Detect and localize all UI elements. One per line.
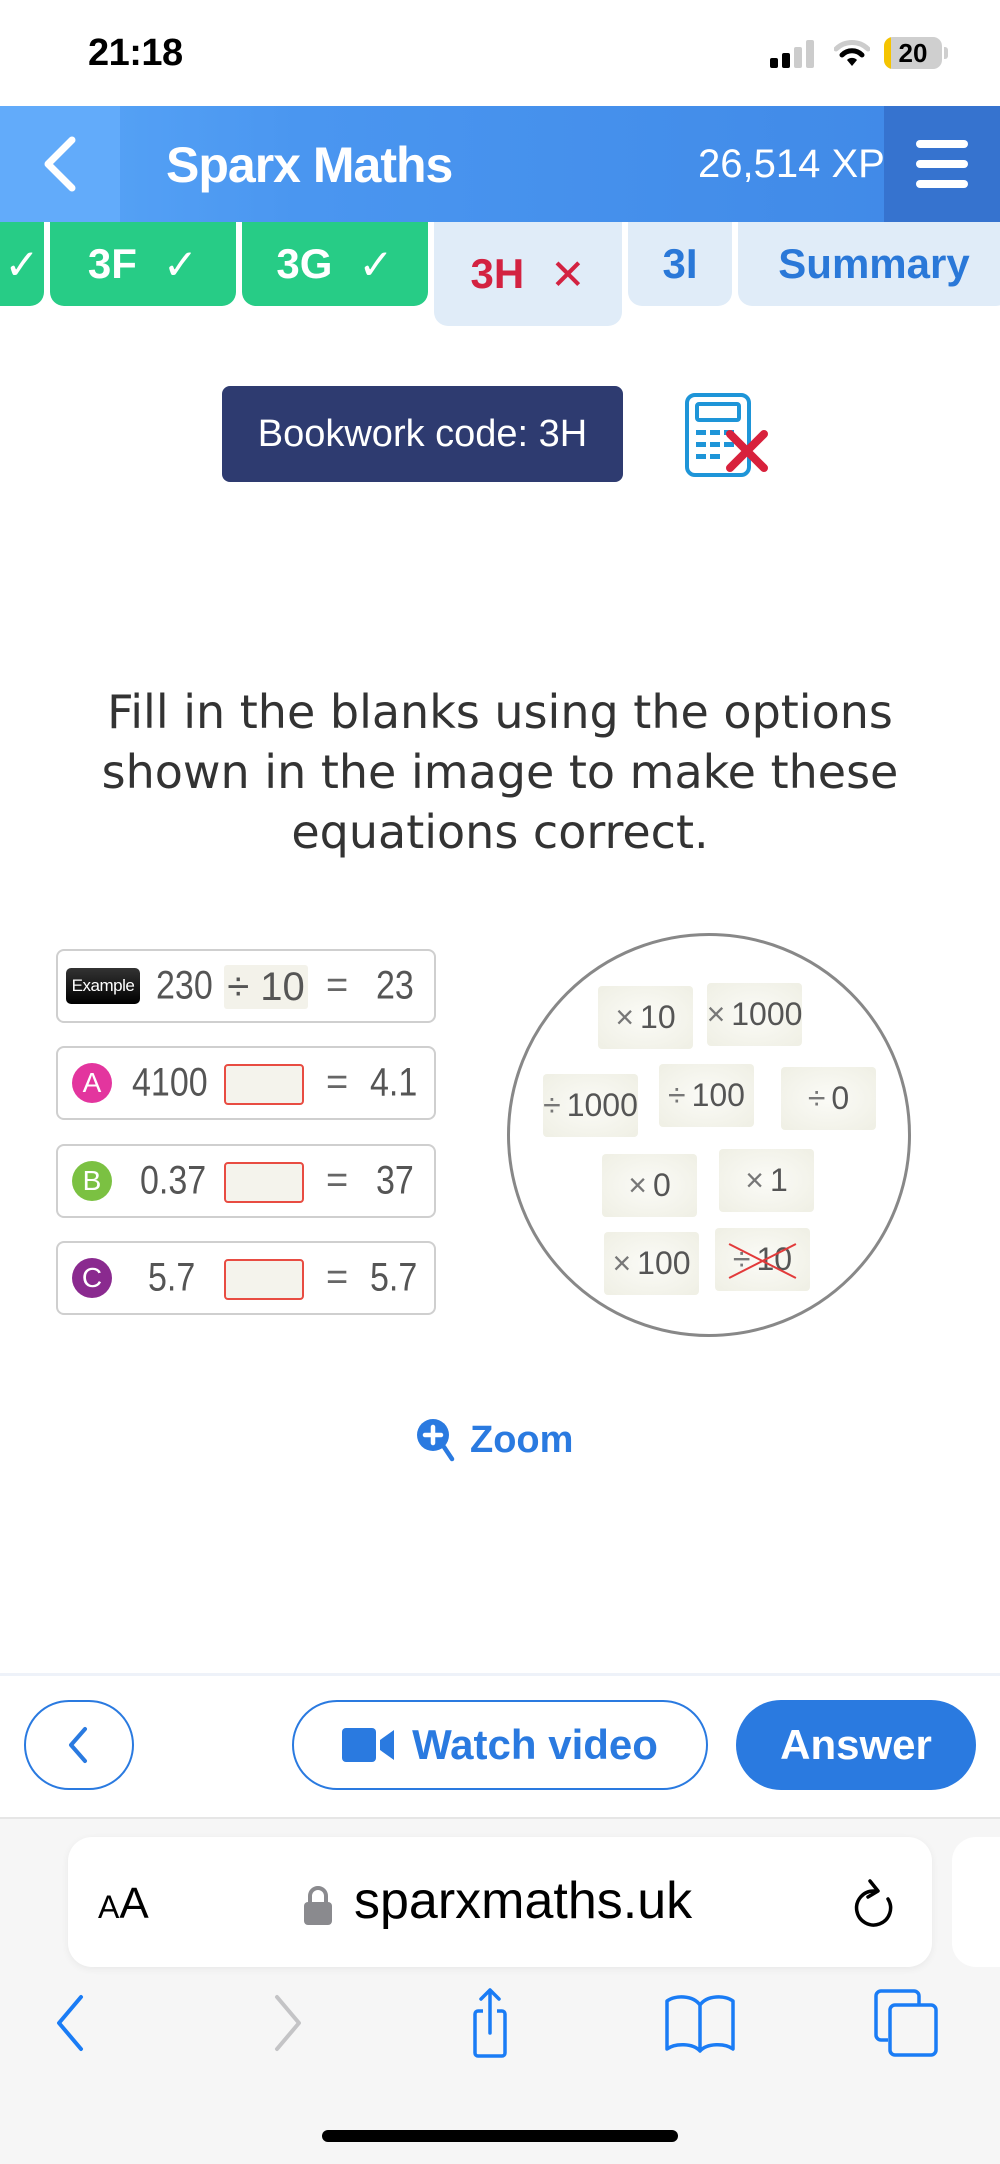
battery-icon: 20 bbox=[884, 37, 942, 69]
url-text: sparxmaths.uk bbox=[354, 1872, 693, 1930]
answer-button[interactable]: Answer bbox=[736, 1700, 976, 1790]
option-times-10: × 10 bbox=[598, 986, 693, 1049]
app-title: Sparx Maths bbox=[166, 137, 453, 193]
tab-summary[interactable]: Summary bbox=[738, 222, 1000, 306]
example-rhs: 23 bbox=[376, 963, 414, 1008]
task-tabs: ✓ 3F ✓ 3G ✓ 3H ✕ 3I Summary bbox=[0, 222, 1000, 328]
action-bar-divider bbox=[0, 1673, 1000, 1676]
chevron-left-icon bbox=[69, 1727, 87, 1763]
browser-forward-button[interactable] bbox=[268, 1987, 308, 2059]
option-divide-10-crossed-out: ÷ 10 bbox=[715, 1228, 810, 1291]
question-text: Fill in the blanks using the options sho… bbox=[101, 685, 899, 859]
example-operation: ÷ 10 bbox=[224, 965, 308, 1009]
watch-video-label: Watch video bbox=[412, 1721, 658, 1768]
label-b-badge: B bbox=[72, 1161, 112, 1201]
option-times-1: × 1 bbox=[719, 1149, 814, 1212]
option-divide-0: ÷ 0 bbox=[781, 1067, 876, 1130]
equation-a: A 4100 = 4.1 bbox=[56, 1046, 436, 1120]
tab-previous[interactable]: ✓ bbox=[0, 222, 44, 306]
xp-counter: 26,514 XP bbox=[698, 142, 885, 186]
tabs-button[interactable] bbox=[872, 1987, 942, 2059]
equation-a-blank[interactable] bbox=[224, 1064, 304, 1105]
equals-sign: = bbox=[326, 964, 349, 1007]
home-indicator[interactable] bbox=[322, 2130, 678, 2142]
equation-c-rhs: 5.7 bbox=[370, 1255, 418, 1300]
watch-video-button[interactable]: Watch video bbox=[292, 1700, 708, 1790]
bookwork-code: Bookwork code: 3H bbox=[222, 386, 623, 482]
wifi-icon bbox=[834, 40, 870, 66]
menu-button[interactable] bbox=[884, 106, 1000, 222]
status-time: 21:18 bbox=[88, 32, 183, 74]
label-a-badge: A bbox=[72, 1063, 112, 1103]
equation-c: C 5.7 = 5.7 bbox=[56, 1241, 436, 1315]
tab-3f[interactable]: 3F ✓ bbox=[50, 222, 236, 306]
tab-3g[interactable]: 3G ✓ bbox=[242, 222, 428, 306]
option-divide-100: ÷ 100 bbox=[659, 1064, 754, 1127]
option-times-100: × 100 bbox=[604, 1232, 699, 1295]
forward-icon bbox=[275, 1995, 301, 2051]
equals-sign: = bbox=[326, 1256, 349, 1299]
back-icon bbox=[57, 1995, 83, 2051]
address-bar[interactable]: AA sparxmaths.uk bbox=[68, 1837, 932, 1967]
equals-sign: = bbox=[326, 1159, 349, 1202]
zoom-button[interactable]: Zoom bbox=[416, 1418, 573, 1462]
browser-back-button[interactable] bbox=[50, 1987, 90, 2059]
equation-b: B 0.37 = 37 bbox=[56, 1144, 436, 1218]
app-header: Sparx Maths 26,514 XP bbox=[0, 106, 1000, 222]
lock-icon bbox=[304, 1886, 332, 1925]
video-camera-icon bbox=[342, 1728, 395, 1762]
label-c-badge: C bbox=[72, 1258, 112, 1298]
battery-level: 20 bbox=[898, 38, 928, 68]
cellular-signal-icon bbox=[770, 40, 816, 68]
text-size-button[interactable]: AA bbox=[98, 1879, 149, 1929]
option-times-0: × 0 bbox=[602, 1154, 697, 1217]
tab-3i[interactable]: 3I bbox=[628, 222, 732, 306]
status-bar: 21:18 20 bbox=[0, 0, 1000, 106]
equation-a-rhs: 4.1 bbox=[370, 1060, 418, 1105]
header-back-button[interactable] bbox=[0, 106, 120, 222]
zoom-in-icon bbox=[417, 1419, 455, 1462]
tabs-icon bbox=[874, 1989, 938, 2057]
previous-question-button[interactable] bbox=[24, 1700, 134, 1790]
bookmarks-icon bbox=[665, 1995, 735, 2053]
check-icon: ✓ bbox=[4, 240, 40, 288]
tab-3h[interactable]: 3H ✕ bbox=[434, 222, 622, 326]
zoom-label: Zoom bbox=[470, 1418, 574, 1461]
equation-c-blank[interactable] bbox=[224, 1259, 304, 1300]
options-image: × 10 × 1000 ÷ 1000 ÷ 100 ÷ 0 × 0 × 1 × 100 ÷ 10 bbox=[507, 933, 911, 1337]
check-icon: ✓ bbox=[358, 240, 394, 288]
cross-icon: ✕ bbox=[550, 250, 586, 298]
equals-sign: = bbox=[326, 1061, 349, 1104]
equation-c-lhs: 5.7 bbox=[148, 1255, 196, 1300]
chevron-left-icon bbox=[44, 136, 76, 192]
hamburger-menu-icon bbox=[916, 140, 968, 148]
reload-icon[interactable] bbox=[850, 1877, 900, 1933]
check-icon: ✓ bbox=[162, 240, 199, 288]
example-lhs: 230 bbox=[156, 963, 213, 1008]
option-times-1000: × 1000 bbox=[707, 983, 802, 1046]
share-icon bbox=[473, 1988, 507, 2058]
equation-a-lhs: 4100 bbox=[132, 1060, 208, 1105]
equation-b-lhs: 0.37 bbox=[140, 1158, 207, 1203]
example-badge: Example bbox=[66, 968, 140, 1004]
calculator-not-allowed-icon bbox=[685, 393, 768, 477]
option-divide-1000: ÷ 1000 bbox=[543, 1074, 638, 1137]
browser-chrome: AA sparxmaths.uk bbox=[0, 1817, 1000, 2164]
next-tab-preview[interactable] bbox=[952, 1837, 1000, 1967]
equation-b-blank[interactable] bbox=[224, 1162, 304, 1203]
bookmarks-button[interactable] bbox=[660, 1987, 740, 2059]
example-equation: Example 230 ÷ 10 = 23 bbox=[56, 949, 436, 1023]
share-button[interactable] bbox=[460, 1987, 520, 2059]
equation-b-rhs: 37 bbox=[376, 1158, 414, 1203]
